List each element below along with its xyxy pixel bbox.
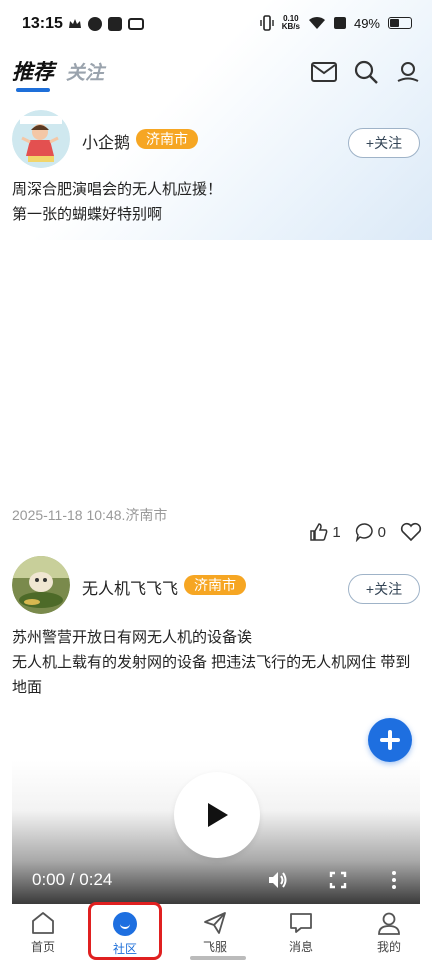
play-icon [208, 803, 228, 827]
post-meta: 2025-11-18 10:48.济南市 [12, 507, 168, 523]
post-text-line: 第一张的蝴蝶好特别啊 [12, 206, 163, 223]
post-text-line: 地面 [12, 679, 43, 696]
profile-icon[interactable] [394, 58, 422, 86]
home-icon [32, 912, 54, 934]
video-current-time: 0:00 [32, 870, 66, 889]
top-header: 推荐 关注 [0, 52, 432, 92]
post-username[interactable]: 小企鹅 [82, 129, 130, 153]
tab-recommend[interactable]: 推荐 [12, 56, 54, 86]
post-text[interactable]: 苏州警营开放日有网无人机的设备诶 无人机上载有的发射网的设备 把违法飞行的无人机… [12, 625, 420, 700]
like-button[interactable]: 1 [309, 522, 341, 542]
follow-button[interactable]: +关注 [348, 574, 420, 604]
net-speed-unit: KB/s [281, 22, 300, 31]
status-bar: 13:15 0.10 KB/s 49% [0, 0, 432, 48]
battery-icon [388, 17, 412, 29]
app-window-icon [128, 18, 144, 30]
paper-plane-icon [204, 912, 226, 934]
comment-button[interactable]: 0 [355, 522, 386, 542]
comment-count: 0 [377, 523, 386, 541]
user-icon [378, 912, 400, 935]
nosim-icon [333, 17, 346, 29]
post-text-line: 苏州警营开放日有网无人机的设备诶 [12, 629, 253, 646]
gesture-bar [190, 956, 246, 960]
vibrate-icon [260, 15, 274, 31]
tab-home-label: 首页 [30, 940, 55, 954]
tab-active-indicator [16, 88, 50, 92]
net-speed: 0.10 KB/s [282, 15, 300, 31]
status-right: 0.10 KB/s 49% [260, 15, 412, 31]
crown-icon [69, 19, 81, 28]
status-notification-icons [68, 17, 144, 31]
thumbs-up-icon [310, 523, 328, 541]
tab-flight-service[interactable]: 飞服 [180, 910, 250, 955]
tab-home[interactable]: 首页 [8, 910, 78, 955]
search-icon[interactable] [352, 58, 380, 86]
video-time-separator: / [69, 870, 75, 889]
location-badge: 济南市 [184, 575, 246, 595]
bottom-tab-bar: 首页 社区 飞服 消息 我的 [0, 904, 432, 964]
tab-mine[interactable]: 我的 [354, 910, 424, 955]
comment-icon [355, 523, 373, 542]
heart-icon[interactable] [400, 522, 422, 542]
status-time: 13:15 [22, 15, 63, 32]
check-circle-icon [88, 17, 102, 31]
tab-messages-label: 消息 [288, 940, 313, 954]
video-time: 0:00 / 0:24 [32, 870, 112, 890]
tab-flight-service-label: 飞服 [202, 940, 227, 954]
like-count: 1 [332, 523, 341, 541]
video-player[interactable]: 0:00 / 0:24 [12, 760, 420, 904]
fullscreen-icon[interactable] [326, 868, 350, 892]
video-duration: 0:24 [79, 870, 113, 889]
post-text-line: 无人机上载有的发射网的设备 把违法飞行的无人机网住 带到 [12, 654, 411, 671]
location-badge: 济南市 [136, 129, 198, 149]
message-icon [290, 913, 312, 933]
post-actions: 1 0 [309, 522, 422, 542]
more-options-icon[interactable] [382, 868, 406, 892]
post-username[interactable]: 无人机飞飞飞 [82, 575, 178, 599]
tab-follow[interactable]: 关注 [66, 58, 104, 85]
create-post-button[interactable] [368, 718, 412, 762]
volume-icon[interactable] [266, 868, 290, 892]
play-button[interactable] [174, 772, 260, 858]
play-app-icon [108, 17, 122, 31]
wifi-icon [308, 16, 325, 29]
highlight-annotation [88, 902, 162, 960]
avatar[interactable] [12, 556, 70, 614]
tab-messages[interactable]: 消息 [266, 910, 336, 955]
avatar[interactable] [12, 110, 70, 168]
post-text-line: 周深合肥演唱会的无人机应援！ [12, 181, 223, 198]
tab-mine-label: 我的 [376, 940, 401, 954]
post-text[interactable]: 周深合肥演唱会的无人机应援！ 第一张的蝴蝶好特别啊 [12, 177, 420, 227]
follow-button[interactable]: +关注 [348, 128, 420, 158]
battery-percent: 49% [353, 15, 380, 31]
mail-icon[interactable] [310, 58, 338, 86]
